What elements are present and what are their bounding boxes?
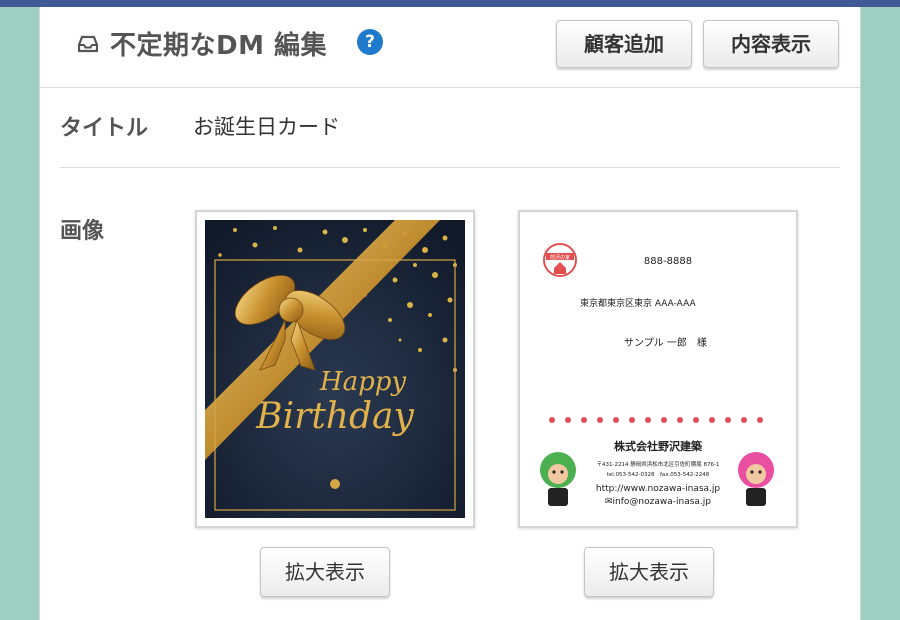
company-url: http://www.nozawa-inasa.jp <box>596 484 721 494</box>
company-tel-fax: tel.053-542-0328 fax.053-542-2248 <box>607 472 710 478</box>
company-address: 〒431-2214 静岡県浜松市北区引佐町横尾 876-1 <box>597 460 720 468</box>
show-content-button[interactable]: 内容表示 <box>703 20 839 68</box>
zoom-birthday-card-button[interactable]: 拡大表示 <box>260 547 390 597</box>
address-text: 東京都東京区東京 AAA-AAA <box>580 297 696 309</box>
title-value: お誕生日カード <box>193 115 340 139</box>
happy-script-text: Happy <box>319 367 406 397</box>
page-header: 不定期なDM 編集 ? 顧客追加 内容表示 <box>40 7 860 88</box>
logo-text: 前沢の家 <box>550 254 570 261</box>
inbox-icon <box>78 35 98 53</box>
birthday-card-image: Happy Birthday <box>205 220 465 518</box>
postcard-address-image: 前沢の家 888-8888 東京都東京区東京 AAA-AAA サンプル 一郎 様 <box>528 220 788 518</box>
zoom-postcard-address-button[interactable]: 拡大表示 <box>584 547 714 597</box>
title-label: タイトル <box>60 116 149 141</box>
top-bar <box>0 0 900 7</box>
help-icon[interactable]: ? <box>357 29 383 55</box>
image-label: 画像 <box>60 219 105 244</box>
company-email: ✉info@nozawa-inasa.jp <box>605 497 711 507</box>
postcard-address-thumbnail[interactable]: 前沢の家 888-8888 東京都東京区東京 AAA-AAA サンプル 一郎 様 <box>518 210 798 528</box>
main-panel: 不定期なDM 編集 ? 顧客追加 内容表示 タイトル お誕生日カード 画像 Ha… <box>39 7 861 620</box>
page-title: 不定期なDM 編集 <box>110 31 328 61</box>
birthday-card-thumbnail[interactable]: Happy Birthday <box>195 210 475 528</box>
birthday-script-text: Birthday <box>255 396 414 437</box>
postal-code: 888-8888 <box>644 256 692 267</box>
divider <box>60 167 840 168</box>
company-name: 株式会社野沢建築 <box>614 439 703 453</box>
add-customer-button[interactable]: 顧客追加 <box>556 20 692 68</box>
recipient-name: サンプル 一郎 様 <box>624 336 707 349</box>
